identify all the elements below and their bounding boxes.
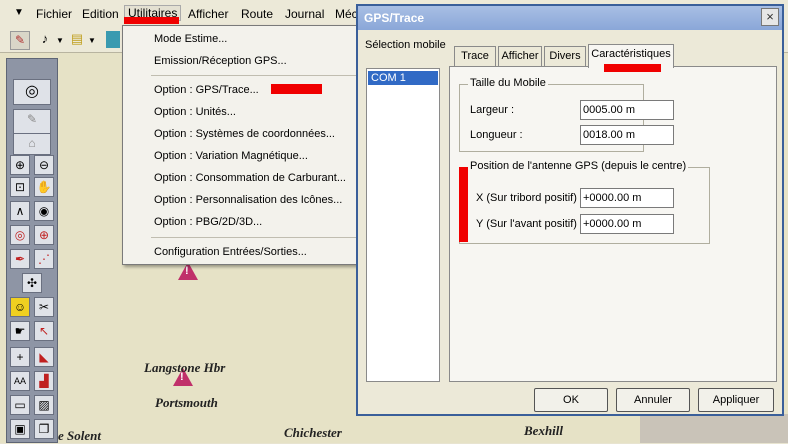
red-highlight-marker <box>604 64 661 72</box>
utilitaires-dropdown: Mode Estime... Emission/Réception GPS...… <box>122 25 358 265</box>
menu-item-pbg[interactable]: Option : PBG/2D/3D... <box>154 216 262 228</box>
hand-pan-icon[interactable]: ✋ <box>34 177 54 197</box>
menu-item-config-io[interactable]: Configuration Entrées/Sorties... <box>154 246 307 258</box>
compass-icon[interactable]: ∧ <box>10 201 30 221</box>
apply-button[interactable]: Appliquer <box>698 388 774 412</box>
red-highlight-marker <box>271 84 322 94</box>
arrow-icon[interactable]: ↖ <box>34 321 54 341</box>
pen-icon[interactable]: ✒ <box>10 249 30 269</box>
menu-journal[interactable]: Journal <box>285 7 324 21</box>
graph-icon[interactable]: ◣ <box>34 347 54 367</box>
group-antenne-gps: Position de l'antenne GPS (depuis le cen… <box>459 160 710 244</box>
scissors-icon[interactable]: ✂ <box>34 297 54 317</box>
tab-afficher[interactable]: Afficher <box>498 46 542 66</box>
tab-trace[interactable]: Trace <box>454 46 496 66</box>
menu-item-unites[interactable]: Option : Unités... <box>154 106 236 118</box>
group-title: Position de l'antenne GPS (depuis le cen… <box>468 160 689 172</box>
music-note-icon[interactable]: ♪ <box>36 31 54 48</box>
smiley-icon[interactable]: ☺ <box>10 297 30 317</box>
edit-disabled-icon[interactable]: ✎ <box>13 109 51 135</box>
lifebuoy-icon[interactable]: ◎ <box>13 79 51 105</box>
cancel-button[interactable]: Annuler <box>616 388 690 412</box>
largeur-field[interactable]: 0005.00 m <box>580 100 674 120</box>
layer-icon[interactable]: ▭ <box>10 395 30 415</box>
menu-afficher[interactable]: Afficher <box>188 7 228 21</box>
place-label: Bexhill <box>524 423 564 438</box>
zoom-in-icon[interactable]: ⊕ <box>10 155 30 175</box>
menu-item-icones[interactable]: Option : Personnalisation des Icônes... <box>154 194 342 206</box>
map-icon[interactable] <box>106 31 120 48</box>
menu-item-mode-estime[interactable]: Mode Estime... <box>154 33 227 45</box>
menu-meca[interactable]: Méc <box>335 7 358 21</box>
selection-mobile-label: Sélection mobile <box>365 39 446 51</box>
tab-divers[interactable]: Divers <box>544 46 586 66</box>
text-icon[interactable]: AA <box>10 371 30 391</box>
chart-icon[interactable]: ▤ <box>68 31 86 48</box>
target-icon[interactable]: ◎ <box>10 225 30 245</box>
menu-item-gps-trace[interactable]: Option : GPS/Trace... <box>154 84 259 96</box>
menu-edition[interactable]: Edition <box>82 7 119 21</box>
left-toolbar: ◎ ✎ ⌂ ⊕ ⊖ ⊡ ✋ ∧ ◉ ◎ ⊕ ✒ ⋰ ✣ ☺ ✂ ☛ ↖ + ◣ … <box>6 58 58 443</box>
place-label: Chichester <box>284 425 342 440</box>
largeur-label: Largeur : <box>470 104 515 116</box>
longueur-label: Longueur : <box>470 129 523 141</box>
tape-measure-icon[interactable]: ◉ <box>34 201 54 221</box>
menu-route[interactable]: Route <box>241 7 273 21</box>
chevron-down-icon[interactable]: ▼ <box>88 36 96 45</box>
place-label: Langstone Hbr <box>144 360 226 375</box>
stamp-icon[interactable]: ⌂ <box>13 133 51 155</box>
map-detail-area <box>640 414 788 443</box>
menu-fichier[interactable]: Fichier <box>36 7 72 21</box>
trace-icon[interactable]: ▟ <box>34 371 54 391</box>
y-position-field[interactable]: +0000.00 m <box>580 214 674 234</box>
system-menu-icon[interactable]: ▼ <box>14 7 24 18</box>
place-label: Portsmouth <box>155 395 218 410</box>
pencil-icon[interactable]: ✎ <box>10 31 30 50</box>
hatch-icon[interactable]: ▨ <box>34 395 54 415</box>
y-position-label: Y (Sur l'avant positif) : <box>476 218 584 230</box>
ok-button[interactable]: OK <box>534 388 608 412</box>
longueur-field[interactable]: 0018.00 m <box>580 125 674 145</box>
tab-panel-caracteristiques: Taille du Mobile Largeur : 0005.00 m Lon… <box>449 66 777 382</box>
list-item-com1[interactable]: COM 1 <box>368 71 438 85</box>
crosshair-icon[interactable]: ⊕ <box>34 225 54 245</box>
windows-icon[interactable]: ❐ <box>34 419 54 439</box>
menu-separator <box>151 75 357 76</box>
cross-icon[interactable]: + <box>10 347 30 367</box>
waypoint-icon[interactable]: ✣ <box>22 273 42 293</box>
place-label: e Solent <box>58 428 101 443</box>
dialog-title-bar[interactable]: GPS/Trace × <box>358 6 782 30</box>
x-position-field[interactable]: +0000.00 m <box>580 188 674 208</box>
menu-separator <box>151 237 357 238</box>
route-icon[interactable]: ⋰ <box>34 249 54 269</box>
red-highlight-marker <box>459 167 468 242</box>
group-title: Taille du Mobile <box>468 77 548 89</box>
x-position-label: X (Sur tribord positif) : <box>476 192 583 204</box>
picture-icon[interactable]: ▣ <box>10 419 30 439</box>
zoom-out-icon[interactable]: ⊖ <box>34 155 54 175</box>
menu-item-carburant[interactable]: Option : Consommation de Carburant... <box>154 172 346 184</box>
menu-item-emission-gps[interactable]: Emission/Réception GPS... <box>154 55 287 67</box>
menu-item-variation[interactable]: Option : Variation Magnétique... <box>154 150 308 162</box>
dialog-title: GPS/Trace <box>364 11 425 25</box>
red-highlight-marker <box>124 17 179 24</box>
gps-trace-dialog: GPS/Trace × Sélection mobile COM 1 Trace… <box>356 4 784 416</box>
group-taille-mobile: Taille du Mobile Largeur : 0005.00 m Lon… <box>459 77 674 152</box>
menu-item-coordonnees[interactable]: Option : Systèmes de coordonnées... <box>154 128 335 140</box>
pointer-hand-icon[interactable]: ☛ <box>10 321 30 341</box>
close-icon[interactable]: × <box>761 8 779 26</box>
mobile-list[interactable]: COM 1 <box>366 68 440 382</box>
chevron-down-icon[interactable]: ▼ <box>56 36 64 45</box>
zoom-area-icon[interactable]: ⊡ <box>10 177 30 197</box>
